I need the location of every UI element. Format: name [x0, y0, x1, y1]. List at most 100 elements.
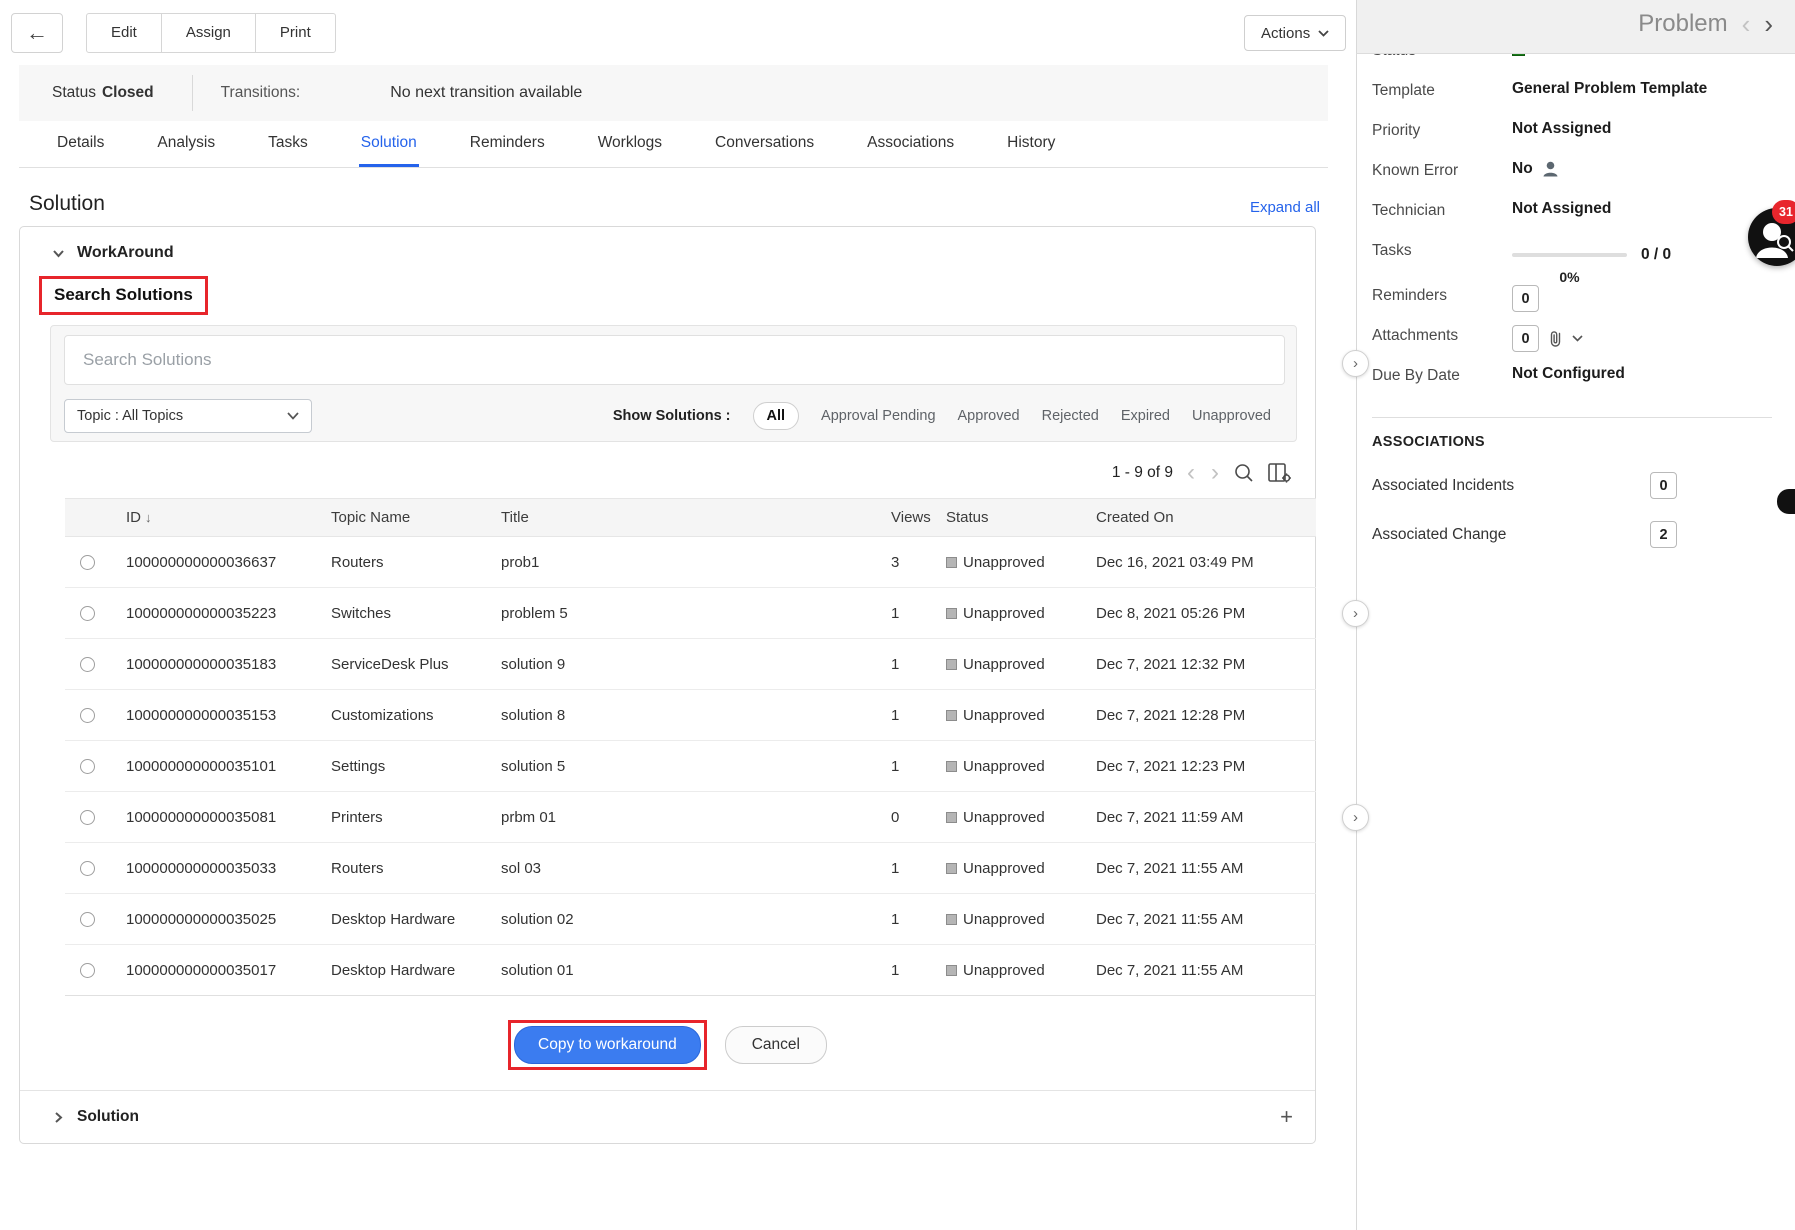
- filter-option-all[interactable]: All: [753, 402, 800, 430]
- status-square-icon: [946, 659, 957, 670]
- pagination-info: 1 - 9 of 9: [1112, 464, 1173, 482]
- field-value: Not Configured: [1512, 365, 1625, 383]
- tab-details[interactable]: Details: [55, 121, 106, 167]
- cell-views: 1: [885, 741, 940, 792]
- row-radio-button[interactable]: [80, 810, 95, 825]
- filter-option-approved[interactable]: Approved: [958, 408, 1020, 424]
- cell-id: 100000000000035223: [120, 588, 325, 639]
- cell-id: 100000000000035033: [120, 843, 325, 894]
- search-icon[interactable]: [1233, 462, 1255, 484]
- cell-views: 3: [885, 537, 940, 588]
- cell-title[interactable]: solution 9: [495, 639, 885, 690]
- tab-analysis[interactable]: Analysis: [155, 121, 217, 167]
- sidebar-expand-icon[interactable]: ›: [1342, 804, 1369, 831]
- expand-all-link[interactable]: Expand all: [1250, 199, 1320, 216]
- search-solutions-input[interactable]: [64, 335, 1285, 385]
- cell-title[interactable]: solution 8: [495, 690, 885, 741]
- chevron-down-icon[interactable]: [1572, 335, 1583, 342]
- assign-button[interactable]: Assign: [161, 14, 255, 52]
- cell-title[interactable]: prbm 01: [495, 792, 885, 843]
- row-radio-button[interactable]: [80, 963, 95, 978]
- copy-button-annotation-box: Copy to workaround: [508, 1020, 707, 1070]
- transitions-label: Transitions:: [193, 84, 301, 102]
- cell-title[interactable]: solution 01: [495, 945, 885, 996]
- column-settings-icon[interactable]: [1267, 462, 1293, 484]
- row-radio-button[interactable]: [80, 759, 95, 774]
- tab-tasks[interactable]: Tasks: [266, 121, 310, 167]
- copy-to-workaround-button[interactable]: Copy to workaround: [514, 1026, 701, 1064]
- cancel-button[interactable]: Cancel: [725, 1026, 827, 1064]
- cell-topic-name: Settings: [325, 741, 495, 792]
- cell-topic-name: Routers: [325, 843, 495, 894]
- cell-status: Unapproved: [940, 639, 1090, 690]
- column-header-views[interactable]: Views: [885, 499, 940, 537]
- cell-topic-name: Desktop Hardware: [325, 945, 495, 996]
- filter-option-unapproved[interactable]: Unapproved: [1192, 408, 1271, 424]
- edit-button[interactable]: Edit: [87, 14, 161, 52]
- workaround-card: WorkAround Search Solutions Topic : All …: [19, 226, 1316, 1144]
- row-radio-button[interactable]: [80, 555, 95, 570]
- sidebar-expand-icon[interactable]: ›: [1342, 600, 1369, 627]
- attachments-count-badge[interactable]: 0: [1512, 325, 1539, 352]
- column-header-id[interactable]: ID↓: [120, 499, 325, 537]
- column-header-status[interactable]: Status: [940, 499, 1090, 537]
- cell-id: 100000000000035101: [120, 741, 325, 792]
- column-header-topic-name[interactable]: Topic Name: [325, 499, 495, 537]
- association-count-badge[interactable]: 2: [1650, 521, 1677, 548]
- previous-record-icon[interactable]: ‹: [1742, 11, 1751, 37]
- filter-option-rejected[interactable]: Rejected: [1042, 408, 1099, 424]
- add-solution-icon[interactable]: +: [1280, 1106, 1293, 1128]
- cell-title[interactable]: solution 5: [495, 741, 885, 792]
- filter-option-expired[interactable]: Expired: [1121, 408, 1170, 424]
- sidebar-expand-icon[interactable]: ›: [1342, 350, 1369, 377]
- sort-descending-icon[interactable]: ↓: [145, 510, 152, 525]
- cell-title[interactable]: problem 5: [495, 588, 885, 639]
- sidebar-field-due-by-date: Due By DateNot Configured: [1372, 365, 1795, 405]
- sidebar-field-priority: PriorityNot Assigned: [1372, 120, 1795, 160]
- reminders-count-badge[interactable]: 0: [1512, 285, 1539, 312]
- tab-worklogs[interactable]: Worklogs: [596, 121, 664, 167]
- row-radio-button[interactable]: [80, 708, 95, 723]
- tab-associations[interactable]: Associations: [865, 121, 956, 167]
- workaround-accordion-header[interactable]: WorkAround: [20, 244, 1315, 262]
- cell-title[interactable]: solution 02: [495, 894, 885, 945]
- tab-bar: Details Analysis Tasks Solution Reminders Wor…: [19, 121, 1328, 168]
- cell-title[interactable]: sol 03: [495, 843, 885, 894]
- previous-page-icon[interactable]: ‹: [1185, 461, 1197, 485]
- print-button[interactable]: Print: [255, 14, 335, 52]
- association-count-badge[interactable]: 0: [1650, 472, 1677, 499]
- tab-conversations[interactable]: Conversations: [713, 121, 816, 167]
- row-radio-button[interactable]: [80, 606, 95, 621]
- solution-accordion-header[interactable]: Solution +: [20, 1091, 1315, 1143]
- column-header-created-on[interactable]: Created On: [1090, 499, 1316, 537]
- topic-filter-value: Topic : All Topics: [77, 408, 183, 424]
- topic-filter-dropdown[interactable]: Topic : All Topics: [64, 399, 312, 433]
- actions-dropdown-button[interactable]: Actions: [1244, 15, 1346, 51]
- next-page-icon[interactable]: ›: [1209, 461, 1221, 485]
- row-radio-button[interactable]: [80, 861, 95, 876]
- cell-views: 1: [885, 639, 940, 690]
- person-icon[interactable]: [1541, 160, 1560, 178]
- select-column-header: [65, 499, 120, 537]
- solutions-table-header: ID↓Topic NameTitleViewsStatusCreated On: [65, 499, 1316, 537]
- field-value: 0: [1512, 285, 1539, 312]
- table-row: 100000000000035025Desktop Hardwaresoluti…: [65, 894, 1316, 945]
- tab-reminders[interactable]: Reminders: [468, 121, 547, 167]
- cell-views: 1: [885, 690, 940, 741]
- cell-status: Unapproved: [940, 690, 1090, 741]
- status-square-icon: [946, 863, 957, 874]
- filter-option-approval-pending[interactable]: Approval Pending: [821, 408, 935, 424]
- next-record-icon[interactable]: ›: [1764, 11, 1773, 37]
- back-button[interactable]: ←: [11, 13, 63, 53]
- paperclip-icon[interactable]: [1547, 329, 1564, 348]
- chevron-down-icon: [287, 412, 299, 420]
- column-header-title[interactable]: Title: [495, 499, 885, 537]
- tab-solution[interactable]: Solution: [359, 121, 419, 167]
- row-radio-button[interactable]: [80, 912, 95, 927]
- association-row-associated-change: Associated Change2: [1372, 521, 1677, 548]
- row-radio-button[interactable]: [80, 657, 95, 672]
- cell-title[interactable]: prob1: [495, 537, 885, 588]
- tab-history[interactable]: History: [1005, 121, 1057, 167]
- status-square-icon: [946, 710, 957, 721]
- cell-status: Unapproved: [940, 588, 1090, 639]
